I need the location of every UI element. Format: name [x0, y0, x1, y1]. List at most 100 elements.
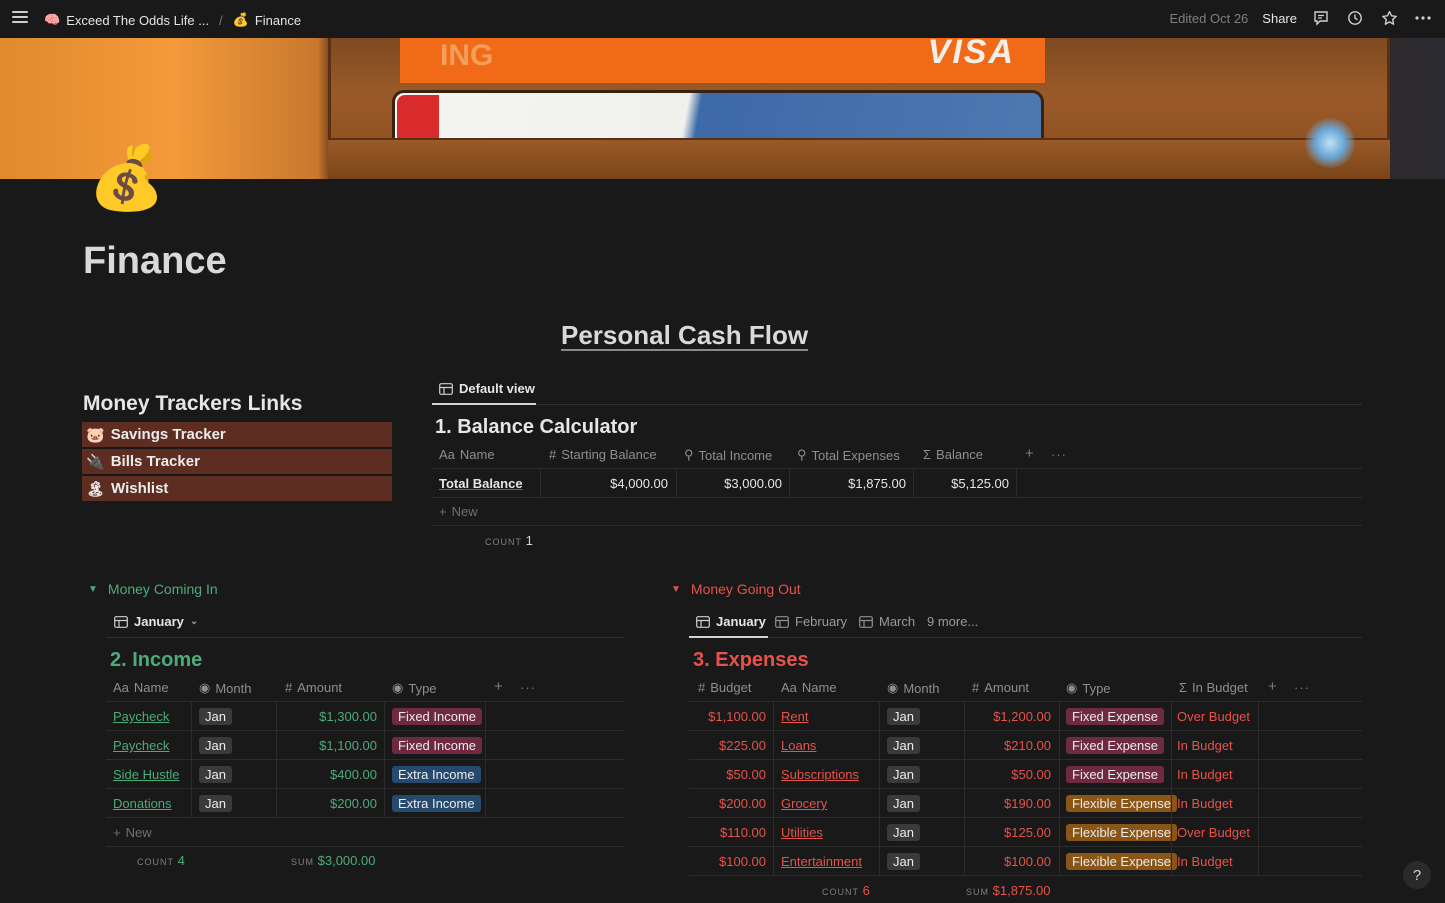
- expense-row-name[interactable]: Rent: [781, 709, 808, 724]
- star-icon[interactable]: [1379, 8, 1399, 28]
- column-total-expenses[interactable]: ⚲ Total Expenses: [797, 447, 900, 463]
- breadcrumb-parent[interactable]: 🧠 Exceed The Odds Life ...: [40, 10, 213, 30]
- menu-icon[interactable]: [12, 11, 28, 25]
- cell-divider: [191, 702, 192, 817]
- column-name[interactable]: Aa Name: [781, 680, 837, 695]
- balance-income: $3,000.00: [724, 476, 782, 491]
- column-name[interactable]: Aa Name: [113, 680, 169, 695]
- income-row-amount: $1,300.00: [319, 709, 377, 724]
- income-row-amount: $400.00: [330, 767, 377, 782]
- income-table-title[interactable]: 2. Income: [110, 649, 202, 672]
- expenses-sum[interactable]: SUM $1,875.00: [966, 883, 1050, 898]
- expense-row-status: Over Budget: [1177, 825, 1250, 840]
- add-column-icon[interactable]: +: [1025, 445, 1034, 462]
- add-column-icon[interactable]: +: [494, 678, 503, 695]
- column-in-budget[interactable]: Σ In Budget: [1179, 680, 1248, 695]
- new-row-button[interactable]: + New: [439, 504, 478, 519]
- row-divider: [689, 788, 1362, 789]
- balance-table-title[interactable]: 1. Balance Calculator: [435, 416, 637, 439]
- comment-icon[interactable]: [1311, 8, 1331, 28]
- income-row-name[interactable]: Paycheck: [113, 709, 169, 724]
- expenses-table-title[interactable]: 3. Expenses: [693, 649, 809, 672]
- income-sum[interactable]: SUM $3,000.00: [291, 853, 375, 868]
- breadcrumb-current[interactable]: 💰 Finance: [229, 10, 305, 30]
- row-divider: [106, 759, 624, 760]
- balance-count[interactable]: COUNT 1: [485, 533, 533, 548]
- more-options-icon[interactable]: [1413, 8, 1433, 28]
- tab-march[interactable]: March: [859, 614, 915, 629]
- expense-row-type: Flexible Expense: [1066, 853, 1177, 870]
- tab-january[interactable]: January: [696, 614, 766, 629]
- cashflow-heading[interactable]: Personal Cash Flow: [561, 320, 808, 351]
- card-visa-decoration: VISA: [927, 38, 1015, 71]
- header-label: Amount: [297, 680, 343, 695]
- tab-label: January: [134, 614, 184, 629]
- cell-divider: [879, 702, 880, 875]
- top-bar: 🧠 Exceed The Odds Life ... / 💰 Finance E…: [0, 0, 1445, 38]
- header-label: Month: [903, 680, 940, 696]
- row-divider: [106, 788, 624, 789]
- page-icon[interactable]: 💰: [88, 143, 165, 215]
- header-label: Month: [215, 680, 252, 696]
- balance-row-name[interactable]: Total Balance: [439, 476, 523, 491]
- income-row-name[interactable]: Side Hustle: [113, 767, 179, 782]
- add-column-icon[interactable]: +: [1268, 678, 1277, 695]
- column-amount[interactable]: # Amount: [285, 680, 342, 695]
- history-icon[interactable]: [1345, 8, 1365, 28]
- count-label: COUNT: [137, 857, 174, 867]
- income-row-type: Extra Income: [392, 795, 481, 812]
- header-label: Name: [133, 680, 169, 695]
- table-icon: [696, 615, 710, 628]
- income-count[interactable]: COUNT 4: [137, 853, 185, 868]
- expense-row-name[interactable]: Subscriptions: [781, 767, 859, 782]
- link-savings-tracker[interactable]: 🐷 Savings Tracker: [82, 422, 392, 447]
- expense-row-name[interactable]: Grocery: [781, 796, 827, 811]
- tab-february[interactable]: February: [775, 614, 847, 629]
- tab-january-income[interactable]: January ⌄: [114, 614, 198, 629]
- expense-row-name[interactable]: Loans: [781, 738, 816, 753]
- share-button[interactable]: Share: [1262, 11, 1297, 26]
- month-tag: Jan: [887, 737, 920, 754]
- income-row-name[interactable]: Paycheck: [113, 738, 169, 753]
- column-month[interactable]: ◉ Month: [887, 680, 939, 696]
- count-value: 1: [525, 533, 533, 548]
- column-month[interactable]: ◉ Month: [199, 680, 251, 696]
- light-blur-shape: [1305, 118, 1355, 168]
- income-row-month: Jan: [199, 708, 232, 725]
- select-type-icon: ◉: [392, 680, 404, 695]
- column-total-income[interactable]: ⚲ Total Income: [684, 447, 772, 463]
- link-wishlist[interactable]: 🏝 Wishlist: [82, 476, 392, 501]
- text-type-icon: Aa: [781, 680, 797, 695]
- money-coming-in-toggle[interactable]: ▼ Money Coming In: [88, 581, 218, 597]
- expense-row-name[interactable]: Entertainment: [781, 854, 862, 869]
- column-starting-balance[interactable]: # Starting Balance: [549, 447, 657, 462]
- column-type[interactable]: ◉ Type: [392, 680, 437, 696]
- column-type[interactable]: ◉ Type: [1066, 680, 1111, 696]
- income-row-amount: $200.00: [330, 796, 377, 811]
- breadcrumb-separator: /: [219, 12, 223, 28]
- new-row-button[interactable]: + New: [113, 825, 152, 840]
- more-icon[interactable]: ···: [1051, 447, 1067, 462]
- more-icon[interactable]: ···: [520, 680, 536, 695]
- help-button[interactable]: ?: [1403, 861, 1431, 889]
- row-divider: [106, 730, 624, 731]
- more-icon[interactable]: ···: [1294, 680, 1310, 695]
- column-budget[interactable]: # Budget: [698, 680, 751, 695]
- link-bills-tracker[interactable]: 🔌 Bills Tracker: [82, 449, 392, 474]
- type-tag: Extra Income: [392, 795, 481, 812]
- tab-more-views[interactable]: 9 more...: [927, 614, 978, 629]
- column-balance[interactable]: Σ Balance: [923, 447, 983, 462]
- expenses-count[interactable]: COUNT 6: [822, 883, 870, 898]
- cell-divider: [676, 469, 677, 497]
- income-row-name[interactable]: Donations: [113, 796, 172, 811]
- expense-row-name[interactable]: Utilities: [781, 825, 823, 840]
- column-name[interactable]: Aa Name: [439, 447, 495, 462]
- column-amount[interactable]: # Amount: [972, 680, 1029, 695]
- type-tag: Fixed Expense: [1066, 766, 1164, 783]
- expense-row-type: Flexible Expense: [1066, 824, 1177, 841]
- triangle-down-icon: ▼: [88, 583, 98, 595]
- count-label: COUNT: [485, 537, 522, 547]
- tab-default-view[interactable]: Default view: [439, 381, 535, 396]
- expense-row-status: In Budget: [1177, 796, 1233, 811]
- money-going-out-toggle[interactable]: ▼ Money Going Out: [671, 581, 801, 597]
